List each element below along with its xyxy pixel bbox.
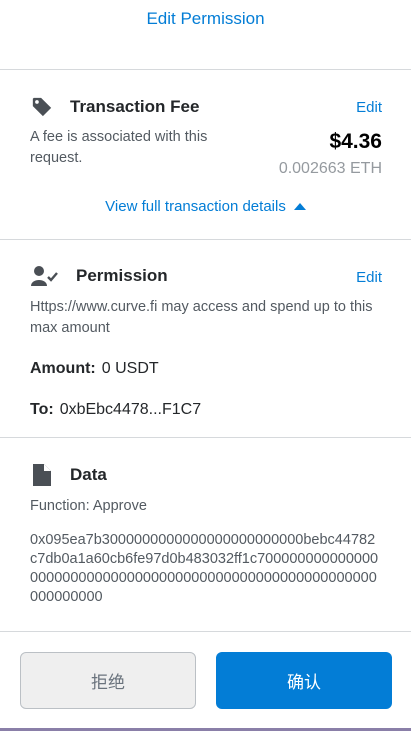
to-row: To: 0xbEbc4478...F1C7: [30, 401, 201, 419]
data-section-header: Data: [30, 463, 107, 487]
fee-section-header: Transaction Fee: [30, 95, 199, 119]
divider: [0, 631, 411, 632]
fee-usd-amount: $4.36: [329, 130, 382, 153]
divider: [0, 239, 411, 240]
amount-value: 0 USDT: [101, 360, 159, 377]
fee-description: A fee is associated with this request.: [30, 129, 208, 166]
function-name: Function: Approve: [30, 498, 147, 514]
amount-row: Amount: 0 USDT: [30, 360, 159, 378]
caret-up-icon: [293, 203, 306, 210]
data-title: Data: [70, 465, 107, 484]
file-icon: [30, 463, 54, 487]
hex-data: 0x095ea7b3000000000000000000000000bebc44…: [30, 532, 379, 605]
view-full-details-link[interactable]: View full transaction details: [0, 198, 411, 215]
amount-label: Amount:: [30, 360, 96, 377]
reject-button[interactable]: 拒绝: [20, 652, 196, 709]
user-check-icon: [30, 264, 60, 288]
to-label: To:: [30, 401, 54, 418]
to-address: 0xbEbc4478...F1C7: [59, 401, 202, 418]
permission-edit-link[interactable]: Edit: [356, 269, 382, 286]
fee-title: Transaction Fee: [70, 97, 200, 116]
divider: [0, 69, 411, 70]
permission-section-header: Permission: [30, 264, 168, 288]
view-details-label: View full transaction details: [105, 198, 286, 215]
divider: [0, 437, 411, 438]
tag-icon: [30, 95, 54, 119]
fee-edit-link[interactable]: Edit: [356, 99, 382, 116]
permission-description: Https://www.curve.fi may access and spen…: [30, 299, 373, 336]
edit-permission-link[interactable]: Edit Permission: [0, 0, 411, 40]
fee-eth-amount: 0.002663 ETH: [278, 160, 382, 177]
permission-title: Permission: [76, 266, 168, 285]
confirm-button[interactable]: 确认: [216, 652, 392, 709]
